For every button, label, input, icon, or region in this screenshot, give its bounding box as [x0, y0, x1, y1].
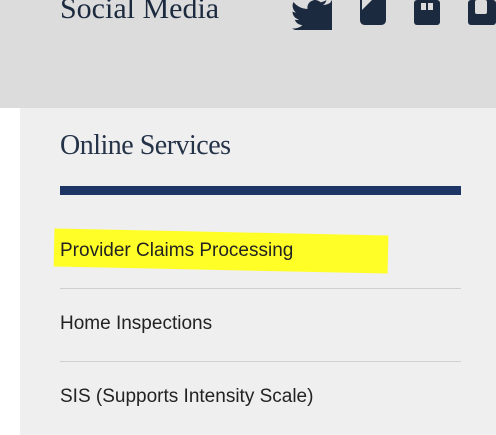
- linkedin-icon[interactable]: [466, 0, 496, 30]
- list-item-provider-claims: Provider Claims Processing: [53, 216, 461, 289]
- social-media-bar: Social Media: [0, 0, 496, 108]
- online-services-list: Provider Claims Processing Home Inspecti…: [53, 216, 461, 434]
- social-media-title: Social Media: [60, 0, 220, 25]
- online-services-panel: Online Services Provider Claims Processi…: [20, 108, 496, 435]
- provider-claims-processing-link[interactable]: Provider Claims Processing: [60, 240, 293, 262]
- youtube-icon[interactable]: [358, 0, 388, 30]
- page-margin: [0, 108, 20, 435]
- twitter-icon[interactable]: [292, 0, 332, 30]
- home-inspections-link[interactable]: Home Inspections: [60, 313, 212, 335]
- heading-divider: [60, 186, 461, 195]
- sis-link[interactable]: SIS (Supports Intensity Scale): [60, 386, 313, 408]
- online-services-heading: Online Services: [60, 130, 231, 161]
- list-item-sis: SIS (Supports Intensity Scale): [60, 362, 461, 434]
- list-item-home-inspections: Home Inspections: [60, 289, 461, 362]
- flickr-icon[interactable]: [412, 0, 442, 30]
